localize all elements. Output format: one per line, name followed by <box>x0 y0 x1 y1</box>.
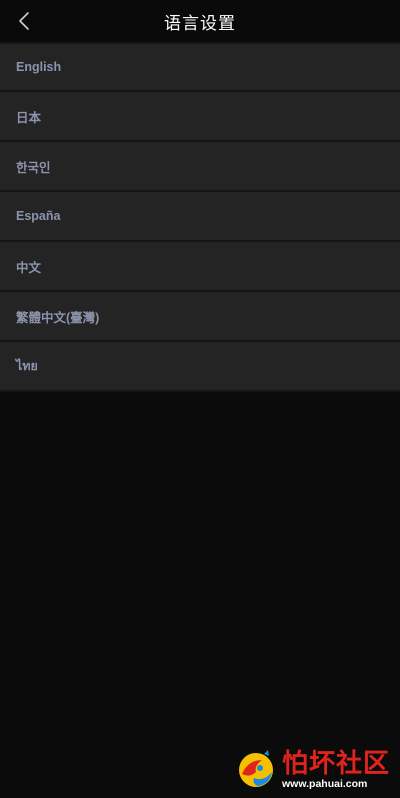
watermark-logo-icon <box>239 750 273 787</box>
language-option-japanese[interactable]: 日本 <box>0 92 400 142</box>
language-label: 日本 <box>16 110 42 125</box>
language-label: English <box>16 60 62 74</box>
watermark: 怕坏社区 www.pahuai.com <box>234 746 396 794</box>
watermark-url: www.pahuai.com <box>282 777 368 790</box>
language-option-thai[interactable]: ไทย <box>0 342 400 392</box>
chevron-left-icon <box>19 12 29 30</box>
language-list: English 日本 한국인 España 中文 繁體中文(臺灣) ไทย <box>0 42 400 392</box>
language-option-chinese[interactable]: 中文 <box>0 242 400 292</box>
language-label: ไทย <box>16 359 38 373</box>
watermark-title: 怕坏社区 <box>282 748 391 779</box>
language-label: 繁體中文(臺灣) <box>16 310 100 325</box>
language-option-english[interactable]: English <box>0 42 400 92</box>
language-label: España <box>16 209 61 223</box>
language-option-korean[interactable]: 한국인 <box>0 142 400 192</box>
language-option-spanish[interactable]: España <box>0 192 400 242</box>
language-label: 中文 <box>16 260 42 275</box>
top-nav-bar: 语言设置 <box>0 0 400 42</box>
back-button[interactable] <box>10 8 38 34</box>
page-title: 语言设置 <box>164 13 236 34</box>
language-option-traditional-chinese[interactable]: 繁體中文(臺灣) <box>0 292 400 342</box>
language-settings-screen: 语言设置 English 日本 한국인 España 中文 繁體中文(臺灣) ไ… <box>0 0 400 798</box>
language-label: 한국인 <box>16 160 51 175</box>
